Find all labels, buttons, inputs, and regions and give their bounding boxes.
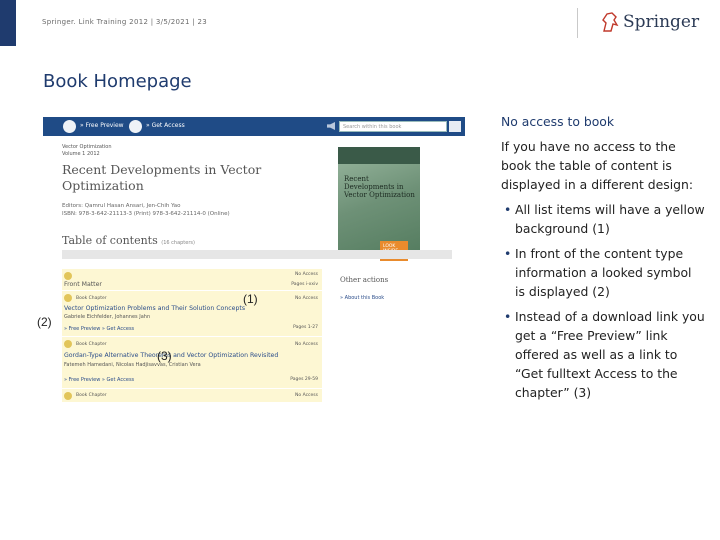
content-type: Book Chapter — [76, 296, 107, 301]
chapter-authors: Fatemeh Hamedani, Nicolas Hadjisavvas, C… — [64, 362, 201, 368]
chapter-links[interactable]: » Free Preview » Get Access — [64, 377, 134, 383]
cover-title: Recent Developments in Vector Optimizati… — [344, 175, 415, 199]
free-preview-link[interactable]: » Free Preview — [80, 122, 124, 129]
access-status: No Access — [295, 272, 318, 277]
toc-heading: Table of contents (16 chapters) — [62, 234, 195, 247]
row-title[interactable]: Front Matter — [64, 281, 102, 288]
chapter-authors: Gabriele Eichfelder, Johannes Jahn — [64, 314, 151, 320]
free-preview-icon[interactable] — [63, 120, 76, 133]
lock-icon — [64, 392, 72, 400]
lock-icon — [64, 294, 72, 302]
annotation-1: (1) — [243, 292, 258, 306]
isbn-line: ISBN: 978-3-642-21113-3 (Print) 978-3-64… — [62, 211, 230, 217]
toc-row-chapter-1[interactable]: Book Chapter Vector Optimization Problem… — [62, 291, 322, 337]
book-page-screenshot: » Free Preview » Get Access Search withi… — [43, 117, 465, 419]
series-name: Vector Optimization — [62, 144, 112, 150]
toc-chapter-count: (16 chapters) — [161, 240, 195, 246]
header-divider — [577, 8, 578, 38]
springer-logo: Springer — [600, 11, 699, 33]
book-toolbar: » Free Preview » Get Access Search withi… — [43, 117, 465, 136]
chapter-links[interactable]: » Free Preview » Get Access — [64, 326, 134, 332]
note-bullet: In front of the content type information… — [501, 244, 705, 301]
other-actions-heading: Other actions — [340, 276, 389, 284]
volume-info: Volume 1 2012 — [62, 151, 100, 157]
footer-text: Springer. Link Training 2012 | 3/5/2021 … — [42, 18, 207, 26]
get-access-link[interactable]: » Get Access — [146, 122, 185, 129]
notes-list: All list items will have a yellow backgr… — [501, 200, 705, 402]
lock-icon — [64, 340, 72, 348]
page-range: Pages 29-59 — [290, 377, 318, 382]
notes-title: No access to book — [501, 114, 615, 129]
book-cover[interactable]: Recent Developments in Vector Optimizati… — [338, 147, 420, 261]
toc-list: Front Matter No Access Pages i-xxiv Book… — [62, 269, 322, 403]
book-title: Recent Developments in Vector Optimizati… — [62, 162, 262, 193]
search-icon[interactable] — [449, 121, 461, 132]
chapter-title-link[interactable]: Vector Optimization Problems and Their S… — [64, 305, 245, 312]
content-type: Book Chapter — [76, 342, 107, 347]
search-input[interactable]: Search within this book — [339, 121, 447, 132]
content-type: Book Chapter — [76, 393, 107, 398]
about-book-link[interactable]: » About this Book — [340, 295, 384, 301]
speaker-icon[interactable] — [327, 122, 335, 130]
access-status: No Access — [295, 393, 318, 398]
access-status: No Access — [295, 296, 318, 301]
toc-separator-bar — [62, 250, 452, 259]
toc-row-front-matter[interactable]: Front Matter No Access Pages i-xxiv — [62, 269, 322, 291]
note-bullet: All list items will have a yellow backgr… — [501, 200, 705, 238]
lock-icon — [64, 272, 72, 280]
get-access-icon[interactable] — [129, 120, 142, 133]
toc-heading-text: Table of contents — [62, 234, 158, 247]
notes-intro: If you have no access to the book the ta… — [501, 139, 694, 192]
annotation-2: (2) — [37, 315, 52, 329]
brand-wordmark: Springer — [623, 12, 700, 32]
page-range: Pages i-xxiv — [291, 282, 318, 287]
toc-row-chapter-3[interactable]: Book Chapter No Access — [62, 389, 322, 403]
cover-top-strip — [338, 147, 420, 164]
page-range: Pages 1-27 — [293, 325, 318, 330]
note-bullet: Instead of a download link you get a “Fr… — [501, 307, 705, 402]
toc-row-chapter-2[interactable]: Book Chapter Gordan-Type Alternative The… — [62, 337, 322, 389]
left-accent-bar — [0, 0, 16, 46]
editors-line: Editors: Qamrul Hasan Ansari, Jen-Chih Y… — [62, 203, 181, 209]
annotation-3: (3) — [157, 349, 172, 363]
notes-panel: No access to book If you have no access … — [501, 112, 705, 408]
springer-horse-icon — [602, 12, 619, 32]
slide-title: Book Homepage — [43, 71, 192, 92]
access-status: No Access — [295, 342, 318, 347]
